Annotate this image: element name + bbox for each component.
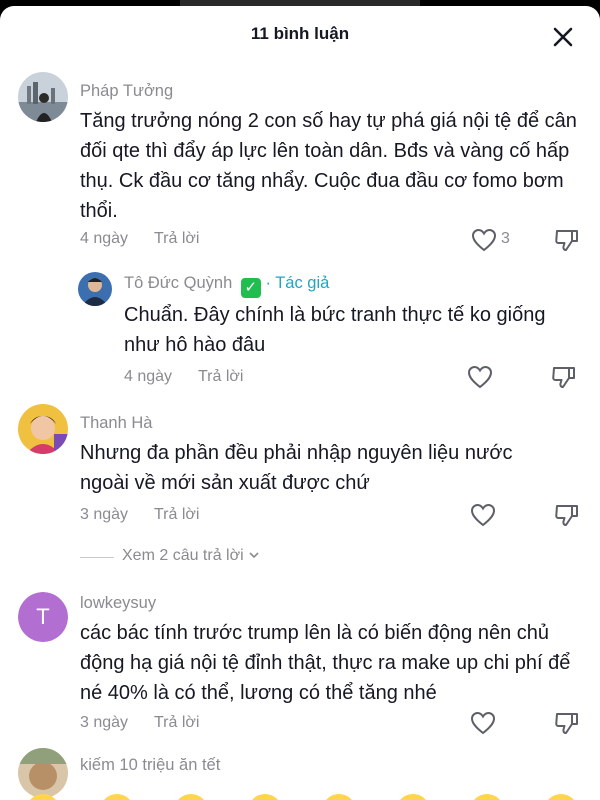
comment-text: Tăng trưởng nóng 2 con số hay tự phá giá… [80,110,577,222]
comment-username-row: Tô Đức Quỳnh ✓ · Tác giả [124,274,329,298]
emoji-cool-icon[interactable] [470,794,504,800]
reply-item: Tô Đức Quỳnh ✓ · Tác giả Chuẩn. Đây chín… [0,272,600,392]
emoji-heart-eyes-icon[interactable] [100,794,134,800]
emoji-cry-icon[interactable] [544,794,578,800]
comment-item: Pháp Tưởng Tăng trưởng nóng 2 con số hay… [0,72,600,252]
dislike-icon[interactable] [553,709,581,737]
divider-line [80,557,114,558]
reply-button[interactable]: Trả lời [154,230,199,248]
comment-time: 3 ngày [80,506,129,523]
comment-item: Thanh Hà Nhưng đa phần đều phải nhập ngu… [0,404,600,534]
verified-badge-icon: ✓ [240,278,261,298]
emoji-laugh-icon[interactable] [174,794,208,800]
comment-time: 4 ngày [80,230,129,247]
comment-text: các bác tính trước trump lên là có biến … [80,622,571,704]
view-replies-label[interactable]: Xem 2 câu trả lời [122,547,260,565]
reply-button[interactable]: Trả lời [154,506,199,524]
reply-button[interactable]: Trả lời [154,714,199,732]
heart-icon[interactable] [469,501,497,529]
emoji-sad-icon[interactable] [396,794,430,800]
heart-icon[interactable] [469,709,497,737]
comment-text: Nhưng đa phần đều phải nhập nguyên liệu … [80,442,513,494]
comment-username[interactable]: kiếm 10 triệu ăn tết [80,756,220,775]
comment-username[interactable]: Pháp Tưởng [80,82,173,101]
dislike-icon[interactable] [553,501,581,529]
comments-count-title: 11 bình luận [250,24,350,43]
emoji-wow-icon[interactable] [248,794,282,800]
comment-username[interactable]: Tô Đức Quỳnh [124,274,232,292]
avatar[interactable] [78,272,112,306]
avatar-letter: T [18,592,68,642]
emoji-quick-bar [0,788,600,800]
heart-icon[interactable] [470,226,498,254]
comments-header: 11 bình luận [0,6,600,64]
emoji-kiss-icon[interactable] [322,794,356,800]
like-count: 3 [501,230,510,247]
chevron-down-icon [249,552,259,559]
emoji-smile-icon[interactable] [26,794,60,800]
close-icon[interactable] [548,22,578,52]
author-tag: · Tác giả [265,274,330,292]
view-replies-text: Xem 2 câu trả lời [122,547,244,564]
heart-icon[interactable] [466,363,494,391]
dislike-icon[interactable] [550,363,578,391]
comment-time: 3 ngày [80,714,129,731]
avatar[interactable] [18,72,68,122]
dislike-icon[interactable] [553,226,581,254]
avatar[interactable] [18,404,68,454]
comment-text: Chuẩn. Đây chính là bức tranh thực tế ko… [124,304,546,356]
reply-button[interactable]: Trả lời [198,368,243,386]
comments-sheet: 11 bình luận Pháp Tưởng Tăng trưởng nóng… [0,6,600,800]
comment-username[interactable]: Thanh Hà [80,414,152,433]
comment-item: T lowkeysuy các bác tính trước trump lên… [0,590,600,740]
comment-username[interactable]: lowkeysuy [80,594,156,613]
comment-time: 4 ngày [124,368,173,385]
avatar[interactable]: T [18,592,68,642]
